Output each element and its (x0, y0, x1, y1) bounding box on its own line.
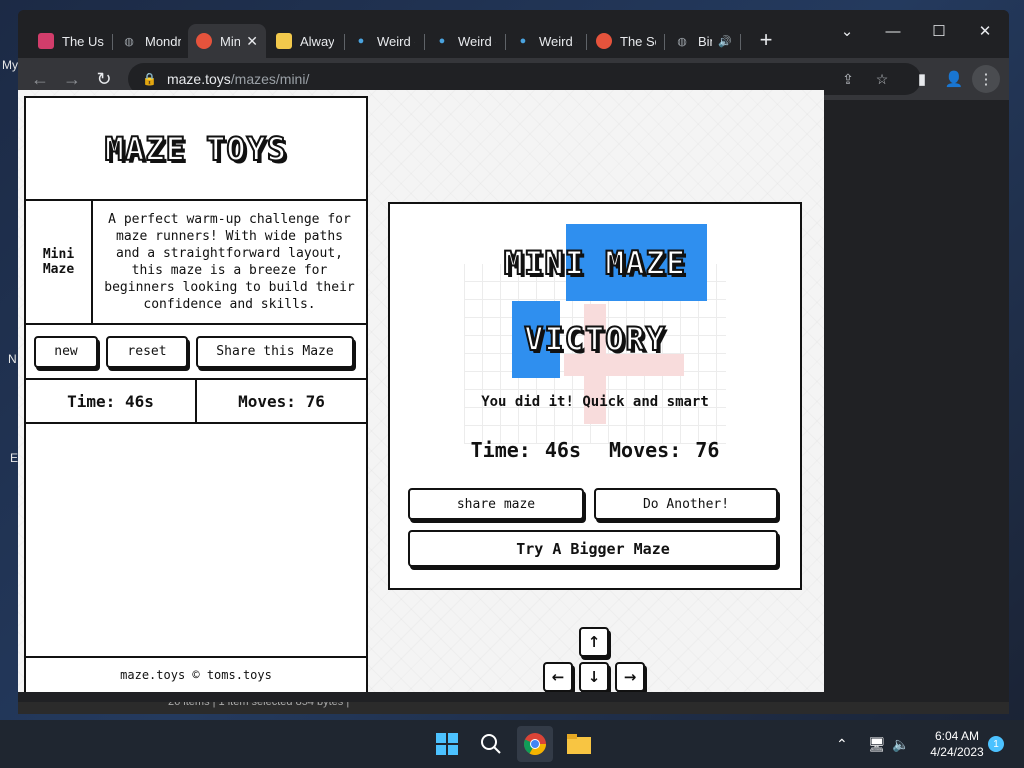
tab[interactable]: The Use (30, 24, 112, 58)
tab-title: Weird c (539, 33, 577, 49)
sidebar-spacer (26, 424, 366, 658)
desktop-label: My (2, 58, 18, 72)
tab-title: Weird c (458, 33, 496, 49)
tab-title: The Sca (620, 33, 656, 49)
victory-subtitle: VICTORY (523, 319, 666, 359)
url-path: /mazes/mini/ (230, 71, 310, 87)
new-button[interactable]: new (34, 335, 98, 368)
page-viewport: MAZE TOYS Mini Maze A perfect warm-up ch… (18, 90, 824, 692)
url-host: maze.toys (166, 71, 231, 87)
globe-icon: ◍ (124, 35, 134, 48)
footer-credit[interactable]: maze.toys © toms.toys (26, 658, 366, 692)
share-maze-button[interactable]: share maze (408, 488, 584, 520)
lock-icon: 🔒 (142, 72, 157, 86)
taskbar-clock[interactable]: 6:04 AM 4/24/2023 (922, 728, 992, 760)
arrow-right-button[interactable]: → (615, 662, 645, 692)
victory-message: You did it! Quick and smart (481, 394, 709, 410)
bigger-maze-button[interactable]: Try A Bigger Maze (408, 530, 778, 567)
taskbar: ⌃ 🖥 🔈 6:04 AM 4/24/2023 (0, 720, 1024, 768)
tab-title: Mini (220, 33, 241, 49)
time-display: Time: 46s (67, 391, 154, 411)
victory-stats: Time: 46s Moves: 76 (390, 438, 800, 462)
speaker-icon[interactable]: 🔊 (718, 35, 732, 48)
people-icon: ● (357, 35, 365, 47)
arrow-left-button[interactable]: ← (543, 662, 573, 692)
tomato-icon (596, 33, 612, 49)
reset-button[interactable]: reset (106, 335, 188, 368)
tab-title: The Use (62, 33, 104, 49)
maze-controls: new reset Share this Maze (26, 325, 366, 380)
people-icon: ● (438, 35, 446, 47)
tab[interactable]: ● Weird c (507, 24, 585, 58)
victory-moves: Moves: 76 (609, 438, 720, 462)
tomato-icon (196, 33, 212, 49)
note-icon (276, 33, 292, 49)
tab-title: Bin (698, 33, 712, 49)
maze-name: Mini Maze (26, 201, 93, 323)
tab[interactable]: ● Weird c (345, 24, 423, 58)
arrow-down-button[interactable]: ↓ (579, 662, 609, 692)
notification-badge[interactable]: 1 (988, 736, 1004, 752)
maze-sidebar: MAZE TOYS Mini Maze A perfect warm-up ch… (24, 96, 368, 692)
tab[interactable]: ● Weird c (426, 24, 504, 58)
reload-icon[interactable]: ↻ (90, 65, 118, 93)
volume-icon[interactable]: 🔈 (892, 720, 909, 768)
globe-icon: ◍ (677, 35, 687, 48)
file-explorer-icon[interactable] (561, 726, 597, 762)
stats-row: Time: 46s Moves: 76 (26, 380, 366, 424)
share-icon[interactable]: ⇪ (838, 69, 858, 89)
start-icon[interactable] (429, 726, 465, 762)
star-icon[interactable]: ☆ (872, 69, 892, 89)
tab-title: Weird c (377, 33, 415, 49)
search-icon[interactable] (473, 726, 509, 762)
moves-display: Moves: 76 (195, 380, 366, 422)
tab-active[interactable]: Mini ✕ (188, 24, 266, 58)
new-tab-button[interactable]: + (752, 26, 780, 54)
network-icon[interactable]: 🖥 (868, 720, 886, 768)
close-window-button[interactable]: ✕ (962, 16, 1008, 46)
menu-icon[interactable]: ⋮ (972, 65, 1000, 93)
tab[interactable]: ◍ Mondri (113, 24, 189, 58)
tab[interactable]: ◍ Bin 🔊 (666, 24, 740, 58)
site-logo[interactable]: MAZE TOYS (104, 129, 287, 169)
tab-title: Always (300, 33, 334, 49)
people-icon: ● (519, 35, 527, 47)
desktop-label: E (10, 451, 19, 465)
maze-description: A perfect warm-up challenge for maze run… (104, 212, 355, 312)
tab-search-icon[interactable]: ⌄ (824, 16, 870, 46)
tab[interactable]: Always (268, 24, 342, 58)
logo-box: MAZE TOYS (26, 98, 366, 201)
tab[interactable]: The Sca (588, 24, 664, 58)
chrome-icon[interactable] (517, 726, 553, 762)
tab-title: Mondri (145, 33, 181, 49)
close-icon[interactable]: ✕ (246, 33, 258, 50)
tray-chevron-icon[interactable]: ⌃ (836, 720, 848, 768)
app-icon (38, 33, 54, 49)
arrow-up-button[interactable]: ↑ (579, 627, 609, 657)
profile-icon[interactable]: 👤 (940, 65, 968, 93)
minimize-button[interactable]: — (870, 16, 916, 46)
forward-icon[interactable]: → (58, 65, 86, 93)
clock-date: 4/24/2023 (930, 745, 984, 759)
clock-time: 6:04 AM (934, 729, 980, 743)
side-panel-icon[interactable]: ▮ (908, 65, 936, 93)
tab-strip: The Use ◍ Mondri Mini ✕ Always ● Weird c… (18, 10, 1009, 58)
victory-title: MINI MAZE (503, 243, 687, 283)
share-maze-button[interactable]: Share this Maze (196, 335, 354, 368)
maze-info: Mini Maze A perfect warm-up challenge fo… (26, 201, 366, 325)
maximize-button[interactable]: ☐ (916, 16, 962, 46)
victory-time: Time: 46s (470, 438, 581, 462)
victory-dialog: MINI MAZE VICTORY You did it! Quick and … (388, 202, 802, 590)
back-icon[interactable]: ← (26, 65, 54, 93)
desktop-label: N (8, 352, 17, 366)
do-another-button[interactable]: Do Another! (594, 488, 778, 520)
